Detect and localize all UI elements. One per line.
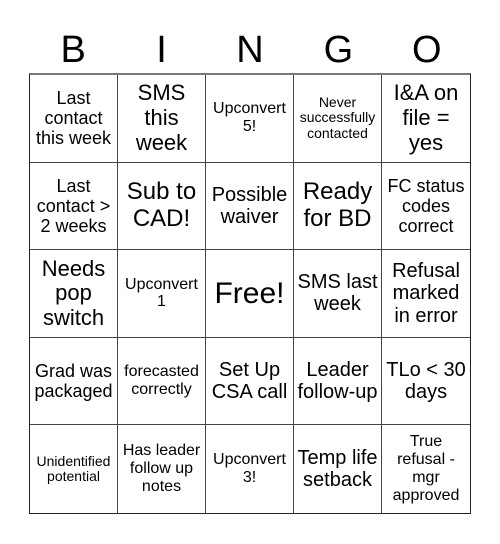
header-letter-b: B [60,29,86,71]
bingo-header: B I N G O [29,28,471,73]
bingo-cell[interactable]: I&A on file = yes [382,75,470,163]
bingo-cell[interactable]: Upconvert 5! [206,75,294,163]
header-letter-g: G [323,29,354,71]
bingo-cell[interactable]: forecasted correctly [118,337,206,426]
bingo-cell[interactable]: Ready for BD [294,162,382,251]
bingo-cell[interactable]: Upconvert 3! [206,425,294,513]
header-letter-i: I [156,29,167,71]
bingo-cell[interactable]: SMS this week [118,75,206,163]
bingo-card-grid: Last contact this week SMS this week Upc… [29,73,471,514]
bingo-cell[interactable]: Temp life setback [294,425,382,513]
bingo-cell[interactable]: Sub to CAD! [118,162,206,251]
bingo-cell[interactable]: FC status codes correct [382,163,470,251]
bingo-cell[interactable]: Last contact this week [30,75,118,163]
bingo-cell[interactable]: Has leader follow up notes [118,425,206,513]
bingo-cell[interactable]: Unidentified potential [30,425,118,513]
bingo-cell[interactable]: Refusal marked in error [382,250,470,338]
bingo-cell[interactable]: Possible waiver [206,162,294,251]
header-letter-o: O [411,29,442,71]
bingo-cell[interactable]: SMS last week [294,250,382,338]
header-letter-n: N [236,29,264,71]
bingo-cell[interactable]: Never successfully contacted [294,75,382,163]
bingo-cell[interactable]: Upconvert 1 [118,250,206,338]
bingo-cell[interactable]: TLo < 30 days [382,338,470,426]
bingo-cell[interactable]: True refusal - mgr approved [382,425,470,513]
bingo-cell[interactable]: Needs pop switch [30,250,118,338]
bingo-cell[interactable]: Leader follow-up [294,337,382,426]
bingo-cell[interactable]: Grad was packaged [30,337,118,426]
bingo-cell[interactable]: Last contact > 2 weeks [30,162,118,251]
free-space-cell[interactable]: Free! [206,250,294,338]
bingo-cell[interactable]: Set Up CSA call [206,337,294,426]
